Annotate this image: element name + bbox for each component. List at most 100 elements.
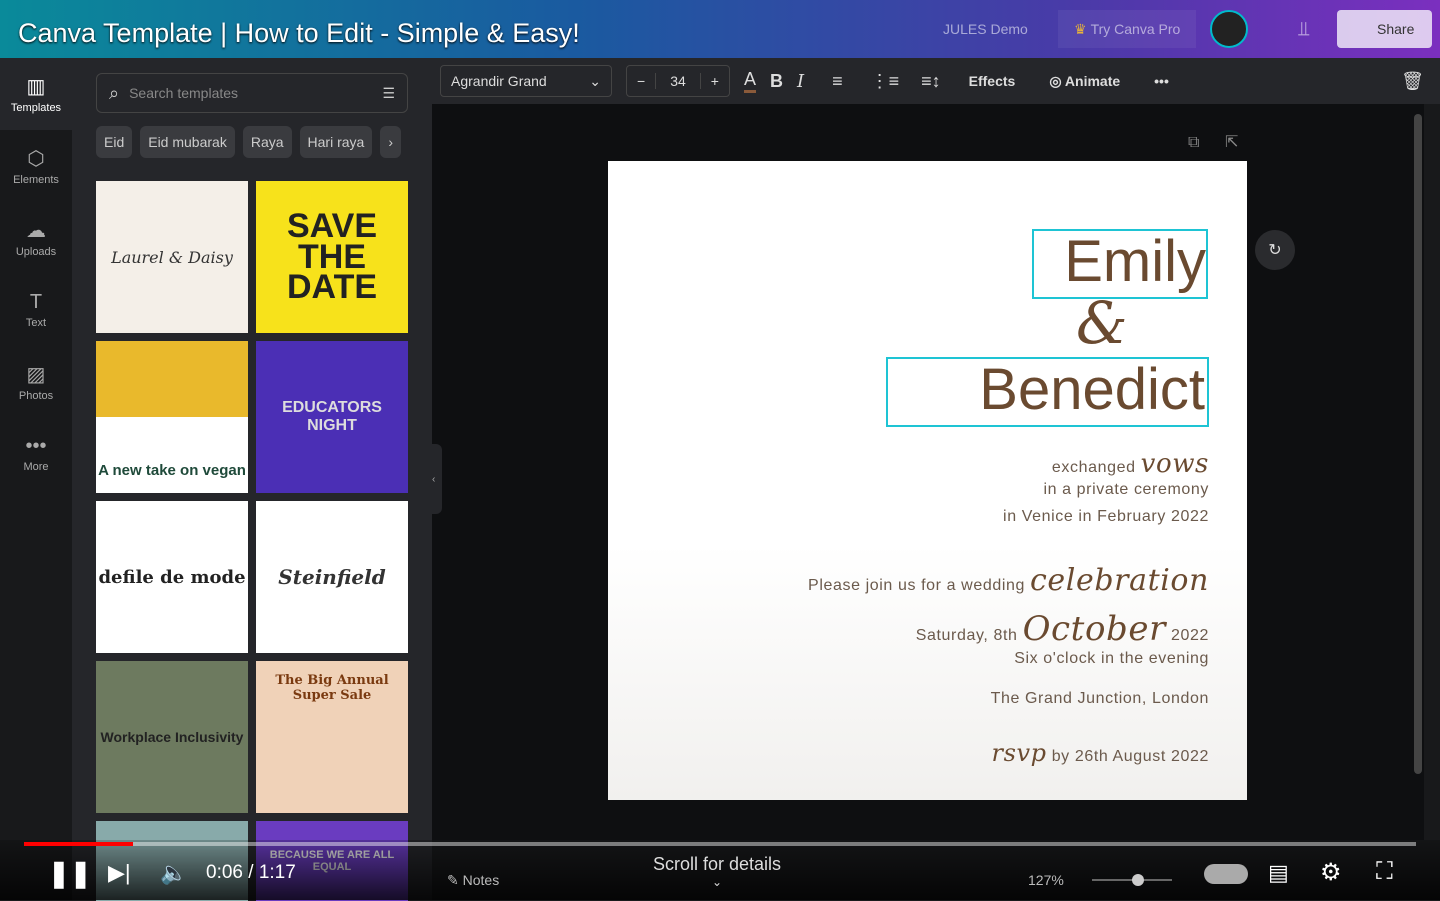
design-page[interactable]: Emily & Benedict exchanged vows in a pri…	[608, 161, 1247, 800]
autoplay-toggle[interactable]	[1204, 864, 1248, 884]
notes-label: Notes	[462, 872, 500, 888]
effects-button[interactable]: Effects	[969, 73, 1016, 89]
invite-line[interactable]: Saturday, 8th	[916, 627, 1018, 644]
text-color-icon[interactable]: A	[743, 69, 756, 93]
try-pro-label: Try Canva Pro	[1090, 21, 1181, 37]
invite-line[interactable]: 2022	[1171, 627, 1209, 644]
invite-line[interactable]: Six o'clock in the evening	[1014, 650, 1209, 668]
video-controls: ❚❚ ▶| 🔈 0:06 / 1:17 ✎ Notes Scroll for d…	[0, 840, 1440, 900]
template-thumb[interactable]: SAVE THE DATE	[256, 181, 408, 333]
invite-script[interactable]: October	[1023, 609, 1166, 649]
invite-script[interactable]: vows	[1141, 449, 1209, 479]
next-icon[interactable]: ▶|	[108, 860, 131, 886]
templates-icon: ▥	[26, 76, 46, 98]
notes-icon: ✎	[447, 872, 463, 888]
template-thumb[interactable]: EDUCATORS NIGHT	[256, 341, 408, 493]
zoom-level[interactable]: 127%	[1028, 872, 1064, 888]
rail-templates[interactable]: ▥ Templates	[0, 58, 72, 130]
rail-uploads[interactable]: ☁ Uploads	[0, 202, 72, 274]
chip[interactable]: Raya	[242, 126, 292, 158]
animate-button[interactable]: ◎ Animate	[1049, 73, 1120, 90]
insights-icon[interactable]: ⫫	[1298, 10, 1309, 48]
search-placeholder: Search templates	[129, 85, 239, 101]
animate-label: Animate	[1064, 72, 1121, 89]
share-label: Share	[1377, 21, 1415, 37]
font-size-stepper[interactable]: −34 +	[626, 65, 730, 97]
rail-text[interactable]: T Text	[0, 274, 72, 346]
avatar[interactable]	[1210, 10, 1248, 48]
align-icon[interactable]: ≡	[832, 71, 843, 92]
template-thumb[interactable]: A new take on vegan	[96, 341, 248, 493]
template-thumb[interactable]: Workplace Inclusivity	[96, 661, 248, 813]
template-grid: Laurel & Daisy SAVE THE DATE A new take …	[96, 181, 408, 901]
video-title[interactable]: Canva Template | How to Edit - Simple & …	[18, 18, 580, 49]
text-icon: T	[29, 291, 43, 313]
search-input[interactable]: ⌕ Search templates ☰	[96, 73, 408, 113]
increase-icon[interactable]: +	[701, 73, 729, 89]
scroll-hint-label: Scroll for details	[653, 854, 782, 874]
search-icon: ⌕	[109, 82, 120, 103]
chip[interactable]: Eid	[96, 126, 133, 158]
template-thumb[interactable]: defile de mode	[96, 501, 248, 653]
invite-line[interactable]: by 26th August 2022	[1052, 748, 1209, 765]
add-page-icon[interactable]: ⇱	[1225, 132, 1238, 152]
more-icon: •••	[25, 435, 47, 457]
invite-line[interactable]: exchanged	[1052, 459, 1136, 476]
invite-line[interactable]: The Grand Junction, London	[991, 690, 1209, 708]
settings-icon[interactable]: ⚙	[1320, 858, 1342, 887]
bold-icon[interactable]: B	[770, 71, 783, 92]
volume-icon[interactable]: 🔈	[160, 860, 187, 886]
spacing-icon[interactable]: ≡↕	[921, 71, 941, 92]
rail-label: Photos	[18, 390, 54, 402]
notes-button[interactable]: ✎ Notes	[447, 872, 499, 889]
share-button[interactable]: Share	[1337, 10, 1432, 48]
trash-icon[interactable]: 🗑	[1401, 71, 1424, 92]
name2-text[interactable]: Benedict	[886, 357, 1209, 427]
collapse-panel-handle[interactable]: ‹	[432, 444, 442, 514]
decrease-icon[interactable]: −	[627, 73, 655, 89]
template-thumb[interactable]: Laurel & Daisy	[96, 181, 248, 333]
comment-button[interactable]: ↻	[1255, 230, 1295, 270]
rail-label: Uploads	[15, 246, 57, 258]
exit-fullscreen-icon[interactable]: ⛶	[1376, 858, 1393, 886]
invite-script[interactable]: rsvp	[992, 739, 1047, 767]
template-thumb[interactable]: The Big Annual Super Sale	[256, 661, 408, 813]
invite-line[interactable]: in Venice in February 2022	[1003, 508, 1209, 526]
rail-more[interactable]: ••• More	[0, 418, 72, 490]
rail-photos[interactable]: ▨ Photos	[0, 346, 72, 418]
try-pro-button[interactable]: ♛ Try Canva Pro	[1058, 10, 1197, 48]
list-icon[interactable]: ⋮≡	[871, 71, 900, 92]
template-thumb[interactable]: Steinfield	[256, 501, 408, 653]
invite-line[interactable]: in a private ceremony	[1043, 481, 1209, 499]
more-options-icon[interactable]: •••	[1154, 73, 1169, 89]
font-dropdown[interactable]: Agrandir Grand ⌄	[440, 65, 612, 97]
chevron-right-icon[interactable]: ›	[380, 126, 401, 158]
pause-icon[interactable]: ❚❚	[48, 858, 92, 889]
zoom-slider[interactable]	[1092, 874, 1172, 886]
time-display: 0:06 / 1:17	[206, 862, 296, 883]
font-size-value[interactable]: 34	[655, 73, 701, 89]
rail-label: Text	[25, 317, 47, 329]
elements-icon: ⬡	[27, 148, 45, 170]
rail-elements[interactable]: ⬡ Elements	[0, 130, 72, 202]
vertical-scrollbar[interactable]	[1414, 114, 1422, 774]
rail-label: More	[23, 461, 49, 473]
video-progress-bar[interactable]	[24, 842, 1416, 846]
italic-icon[interactable]: I	[797, 71, 804, 92]
photo-icon: ▨	[26, 364, 46, 386]
captions-icon[interactable]: ▤	[1268, 860, 1289, 886]
invite-script[interactable]: celebration	[1030, 563, 1209, 598]
scroll-hint[interactable]: Scroll for details ⌄	[653, 854, 781, 889]
progress-fill	[24, 842, 133, 846]
filter-icon[interactable]: ☰	[382, 85, 395, 102]
video-title-bar: Canva Template | How to Edit - Simple & …	[0, 0, 1440, 58]
ampersand-text[interactable]: &	[1076, 289, 1128, 357]
invite-line[interactable]: Please join us for a wedding	[808, 577, 1025, 594]
chip[interactable]: Eid mubarak	[140, 126, 235, 158]
editor-toolbar: Agrandir Grand ⌄ −34 + A B I ≡ ⋮≡ ≡↕ Effec…	[432, 58, 1440, 104]
duplicate-page-icon[interactable]: ⧉	[1188, 134, 1199, 152]
chip[interactable]: Hari raya	[299, 126, 373, 158]
rail-label: Templates	[10, 102, 62, 114]
upload-icon: ☁	[26, 220, 46, 242]
animate-icon: ◎	[1049, 72, 1065, 89]
